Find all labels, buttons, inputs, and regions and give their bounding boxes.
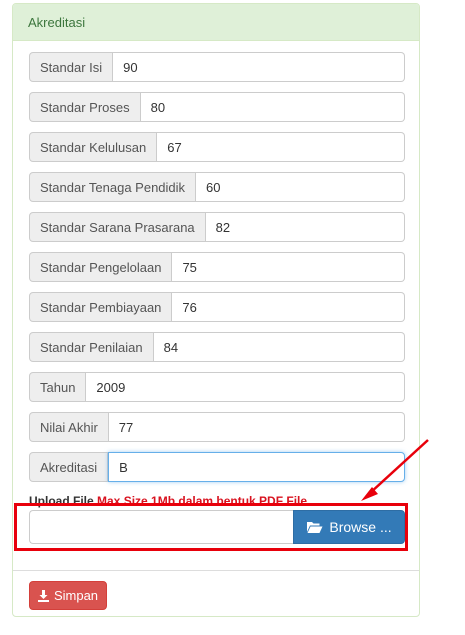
annotation-arrow [361,439,429,501]
